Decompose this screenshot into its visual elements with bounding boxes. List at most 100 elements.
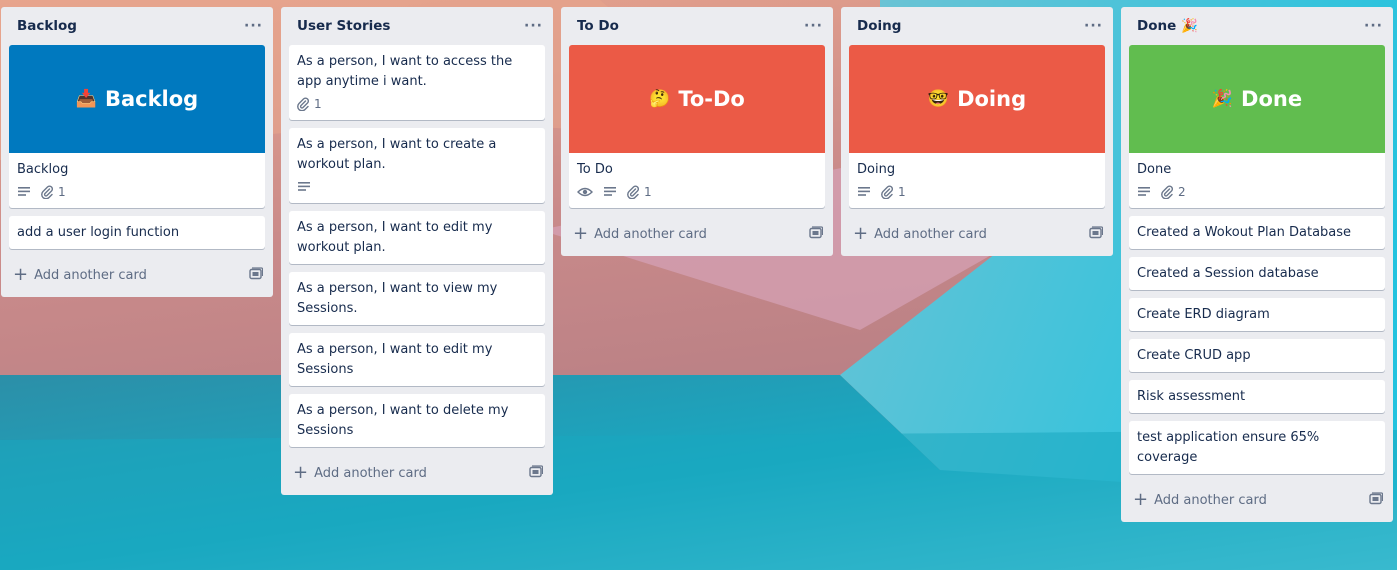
add-card-button[interactable]: + Add another card [841,216,1113,252]
paperclip-icon [41,185,53,199]
template-icon[interactable] [529,464,544,482]
nerd-face-icon: 🤓 [927,89,950,109]
cover-card-to-do[interactable]: 🤔 To-Do To Do 1 [569,45,825,208]
template-icon[interactable] [809,225,824,243]
card-title: Backlog [17,162,69,177]
card-title: As a person, I want to edit my workout p… [297,220,493,255]
list-header: Backlog ··· [1,7,273,45]
list-to-do: To Do ··· 🤔 To-Do To Do 1 + Add another … [561,7,833,256]
add-card-button[interactable]: + Add another card [561,216,833,252]
description-icon [297,181,311,193]
cover-title: Doing [957,87,1027,111]
list-header: Done 🎉 ··· [1121,7,1393,45]
eye-icon [577,186,593,198]
plus-icon: + [573,223,589,244]
list-card[interactable]: As a person, I want to access the app an… [289,45,545,120]
plus-icon: + [1133,489,1149,510]
card-title: To Do [577,162,613,177]
template-icon[interactable] [1369,491,1384,509]
card-title: As a person, I want to view my Sessions. [297,281,498,316]
add-card-label: Add another card [1154,492,1267,508]
list-title[interactable]: To Do [577,18,619,34]
list-backlog: Backlog ··· 📥 Backlog Backlog 1 add a us… [1,7,273,297]
card-title: Created a Session database [1137,266,1319,281]
cover-card-done[interactable]: 🎉 Done Done 2 [1129,45,1385,208]
list-title[interactable]: User Stories [297,18,390,34]
template-icon[interactable] [1089,225,1104,243]
description-icon [603,186,617,198]
attachment-badge: 1 [627,185,652,199]
description-icon [857,186,871,198]
card-title: add a user login function [17,225,180,240]
card-title: Done [1137,162,1172,177]
list-card[interactable]: As a person, I want to delete my Session… [289,394,545,447]
list-header: User Stories ··· [281,7,553,45]
list-title[interactable]: Doing [857,18,901,34]
list-card[interactable]: Created a Session database [1129,257,1385,290]
list-card[interactable]: Risk assessment [1129,380,1385,413]
list-card[interactable]: Create CRUD app [1129,339,1385,372]
attachment-count: 1 [644,185,652,199]
list-menu-icon[interactable]: ··· [1084,18,1103,34]
add-card-label: Add another card [34,267,147,283]
card-title: As a person, I want to access the app an… [297,54,513,89]
thinking-face-icon: 🤔 [649,89,671,109]
cover-title: To-Do [678,87,745,111]
list-card[interactable]: As a person, I want to edit my workout p… [289,211,545,264]
plus-icon: + [13,264,29,285]
add-card-label: Add another card [874,226,987,242]
card-title: test application ensure 65% coverage [1137,430,1320,465]
card-title: Create CRUD app [1137,348,1251,363]
list-doing: Doing ··· 🤓 Doing Doing 1 + Add another … [841,7,1113,256]
card-title: As a person, I want to create a workout … [297,137,497,172]
list-header: To Do ··· [561,7,833,45]
inbox-tray-icon: 📥 [75,89,97,109]
paperclip-icon [627,185,639,199]
list-title[interactable]: Done 🎉 [1137,18,1198,34]
card-cover: 📥 Backlog [9,45,265,153]
card-title: Created a Wokout Plan Database [1137,225,1352,240]
list-done: Done 🎉 ··· 🎉 Done Done 2 Created a Wokou… [1121,7,1393,522]
plus-icon: + [853,223,869,244]
add-card-button[interactable]: + Add another card [1121,482,1393,518]
cover-card-backlog[interactable]: 📥 Backlog Backlog 1 [9,45,265,208]
card-cover: 🤓 Doing [849,45,1105,153]
attachment-count: 1 [58,185,66,199]
card-title: As a person, I want to delete my Session… [297,403,509,438]
list-menu-icon[interactable]: ··· [524,18,543,34]
card-title: Doing [857,162,896,177]
cover-card-doing[interactable]: 🤓 Doing Doing 1 [849,45,1105,208]
plus-icon: + [293,462,309,483]
list-card[interactable]: add a user login function [9,216,265,249]
list-title[interactable]: Backlog [17,18,77,34]
add-card-label: Add another card [314,465,427,481]
card-cover: 🎉 Done [1129,45,1385,153]
list-menu-icon[interactable]: ··· [804,18,823,34]
add-card-button[interactable]: + Add another card [281,455,553,491]
paperclip-icon [1161,185,1173,199]
list-menu-icon[interactable]: ··· [244,18,263,34]
list-card[interactable]: As a person, I want to edit my Sessions [289,333,545,386]
attachment-badge: 2 [1161,185,1186,199]
list-card[interactable]: test application ensure 65% coverage [1129,421,1385,474]
cover-title: Done [1241,87,1303,111]
card-title: Create ERD diagram [1137,307,1270,322]
paperclip-icon [297,97,309,111]
attachment-count: 1 [898,185,906,199]
list-card[interactable]: Create ERD diagram [1129,298,1385,331]
cover-title: Backlog [104,87,199,111]
add-card-button[interactable]: + Add another card [1,257,273,293]
description-icon [1137,186,1151,198]
list-user-stories: User Stories ··· As a person, I want to … [281,7,553,495]
list-card[interactable]: As a person, I want to create a workout … [289,128,545,203]
card-title: As a person, I want to edit my Sessions [297,342,493,377]
attachment-badge: 1 [41,185,66,199]
attachment-count: 2 [1178,185,1186,199]
list-card[interactable]: As a person, I want to view my Sessions. [289,272,545,325]
add-card-label: Add another card [594,226,707,242]
list-menu-icon[interactable]: ··· [1364,18,1383,34]
party-popper-icon: 🎉 [1211,89,1234,109]
card-cover: 🤔 To-Do [569,45,825,153]
list-card[interactable]: Created a Wokout Plan Database [1129,216,1385,249]
template-icon[interactable] [249,266,264,284]
